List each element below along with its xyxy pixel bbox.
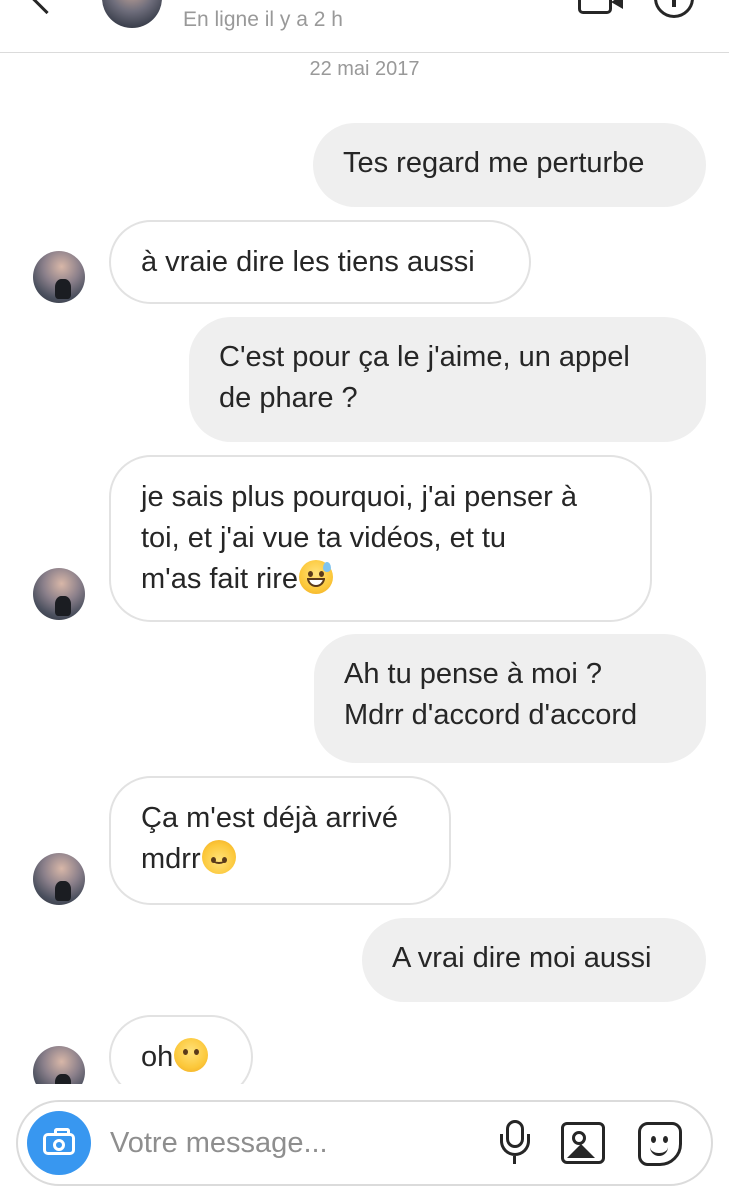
message-text: Tes regard me perturbe <box>343 147 645 179</box>
video-call-icon[interactable] <box>578 0 623 14</box>
info-icon[interactable] <box>654 0 694 18</box>
message-line: de phare ? <box>219 382 358 414</box>
message-line: mdrr <box>141 843 201 875</box>
message-line: Ah tu pense à moi ? <box>344 658 602 690</box>
message-bubble-sent[interactable]: C'est pour ça le j'aime, un appel de pha… <box>189 317 706 442</box>
message-input[interactable] <box>110 1122 480 1164</box>
message-line: je sais plus pourquoi, j'ai penser à <box>141 481 577 513</box>
chat-header: En ligne il y a 2 h <box>0 0 729 53</box>
message-text: oh <box>141 1041 174 1073</box>
conversation-date: 22 mai 2017 <box>309 58 420 80</box>
chevron-left-icon[interactable] <box>28 0 65 15</box>
message-line-with-emoji: m'as fait rire <box>141 559 620 600</box>
message-line: m'as fait rire <box>141 563 299 595</box>
message-bubble-sent[interactable]: Ah tu pense à moi ? Mdrr d'accord d'acco… <box>314 634 706 763</box>
sender-avatar[interactable] <box>33 853 85 905</box>
message-text: A vrai dire moi aussi <box>392 942 652 974</box>
message-line-with-emoji: mdrr <box>141 839 419 880</box>
sticker-icon[interactable] <box>638 1122 682 1166</box>
message-bubble-sent[interactable]: A vrai dire moi aussi <box>362 918 706 1002</box>
message-text: à vraie dire les tiens aussi <box>141 246 475 278</box>
message-bubble-received[interactable]: je sais plus pourquoi, j'ai penser à toi… <box>109 455 652 622</box>
online-status: En ligne il y a 2 h <box>183 8 343 31</box>
contact-avatar[interactable] <box>102 0 162 28</box>
message-line: toi, et j'ai vue ta vidéos, et tu <box>141 522 507 554</box>
message-composer <box>16 1100 713 1186</box>
upside-down-face-emoji <box>201 840 236 874</box>
message-bubble-received[interactable]: Ça m'est déjà arrivé mdrr <box>109 776 451 905</box>
message-bubble-received[interactable]: à vraie dire les tiens aussi <box>109 220 531 304</box>
message-bubble-sent[interactable]: Tes regard me perturbe <box>313 123 706 207</box>
sender-avatar[interactable] <box>33 251 85 303</box>
message-line: Ça m'est déjà arrivé <box>141 802 398 834</box>
message-line: Mdrr d'accord d'accord <box>344 699 638 731</box>
sender-avatar[interactable] <box>33 568 85 620</box>
grinning-sweat-emoji <box>299 560 334 594</box>
face-without-mouth-emoji <box>174 1038 209 1072</box>
microphone-icon[interactable] <box>498 1120 534 1168</box>
gallery-icon[interactable] <box>561 1122 605 1164</box>
message-line: C'est pour ça le j'aime, un appel <box>219 341 630 373</box>
camera-icon[interactable] <box>27 1111 91 1175</box>
